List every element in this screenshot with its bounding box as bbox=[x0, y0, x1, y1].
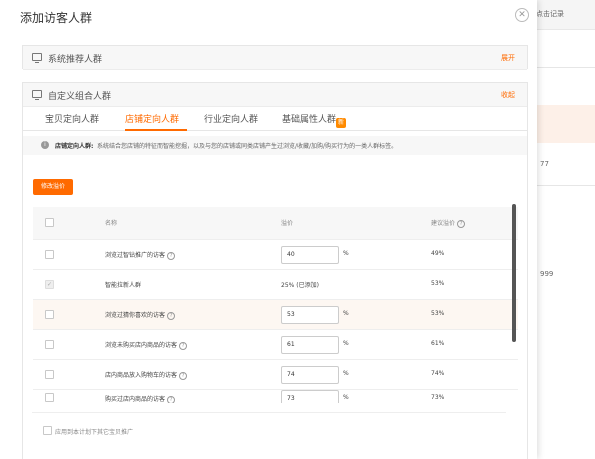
percent-unit: % bbox=[343, 310, 349, 317]
row-name: 店内商品放入购物车的访客? bbox=[105, 370, 188, 380]
bid-static-value: 25% (已添加) bbox=[281, 282, 319, 289]
monitor-icon bbox=[32, 53, 42, 63]
close-icon[interactable]: ✕ bbox=[515, 8, 529, 22]
info-bar: i 店铺定向人群: 系统结合您店铺的特征而智能挖掘，以及与您的店铺或同类店铺产生… bbox=[23, 136, 527, 155]
percent-unit: % bbox=[343, 370, 349, 377]
bid-input[interactable]: 61 bbox=[281, 336, 339, 354]
row-name: 浏览过智钻推广的访客? bbox=[105, 250, 176, 260]
modal-title: 添加访客人群 bbox=[20, 11, 93, 25]
help-icon[interactable]: ? bbox=[167, 251, 176, 260]
table-row: 浏览未购买店内商品的访客? 61 % 61% bbox=[33, 329, 518, 359]
collapse-link[interactable]: 收起 bbox=[501, 90, 515, 100]
modify-bid-button[interactable]: 修改溢价 bbox=[33, 179, 73, 195]
table-row: ✓ 智能拉新人群 25% (已添加) 53% bbox=[33, 269, 518, 299]
crowd-table: 名称 溢价 建议溢价? 浏览过智钻推广的访客? 40 % 49% ✓ 智能拉新人… bbox=[33, 207, 518, 403]
suggested-bid: 49% bbox=[431, 250, 445, 257]
suggested-bid: 53% bbox=[431, 310, 445, 317]
active-tab-indicator bbox=[125, 129, 187, 131]
select-all-checkbox[interactable] bbox=[45, 218, 54, 227]
row-checkbox[interactable] bbox=[45, 393, 54, 402]
tab-industry-crowd[interactable]: 行业定向人群 bbox=[204, 112, 258, 125]
suggested-bid: 73% bbox=[431, 394, 445, 401]
row-name-label: 浏览过猜你喜欢的访客 bbox=[105, 312, 166, 319]
crowd-tabs: 宝贝定向人群 店铺定向人群 行业定向人群 基础属性人群 新 bbox=[23, 107, 527, 131]
percent-unit: % bbox=[343, 394, 349, 401]
custom-panel-title: 自定义组合人群 bbox=[48, 92, 112, 102]
row-name: 购买过店内商品的访客? bbox=[105, 394, 176, 403]
new-badge: 新 bbox=[336, 118, 347, 128]
background-number: 999 bbox=[540, 270, 554, 278]
header-suggested-label: 建议溢价 bbox=[431, 220, 456, 227]
row-name: 浏览过猜你喜欢的访客? bbox=[105, 310, 176, 320]
row-name-label: 购买过店内商品的访客 bbox=[105, 396, 166, 403]
percent-unit: % bbox=[343, 340, 349, 347]
background-link[interactable]: 点击记录 bbox=[536, 9, 564, 19]
custom-crowd-panel: 自定义组合人群 收起 宝贝定向人群 店铺定向人群 行业定向人群 基础属性人群 新… bbox=[22, 82, 528, 459]
table-row: 浏览过猜你喜欢的访客? 53 % 53% bbox=[33, 299, 518, 329]
row-checkbox-disabled: ✓ bbox=[45, 280, 54, 289]
monitor-icon bbox=[32, 90, 42, 100]
bid-input[interactable]: 74 bbox=[281, 366, 339, 384]
table-row: 购买过店内商品的访客? 73 % 73% bbox=[33, 389, 518, 403]
row-name: 智能拉新人群 bbox=[105, 282, 142, 289]
row-checkbox[interactable] bbox=[45, 250, 54, 259]
bid-input[interactable]: 53 bbox=[281, 306, 339, 324]
table-header: 名称 溢价 建议溢价? bbox=[33, 207, 518, 239]
help-icon[interactable]: ? bbox=[179, 341, 188, 350]
background-number: 77 bbox=[540, 160, 549, 168]
bid-input[interactable]: 40 bbox=[281, 246, 339, 264]
tab-item-crowd[interactable]: 宝贝定向人群 bbox=[45, 112, 99, 125]
info-text: 系统结合您店铺的特征而智能挖掘，以及与您的店铺或同类店铺产生过浏览/收藏/加购/… bbox=[97, 143, 398, 150]
system-recommended-panel: 系统推荐人群 展开 bbox=[22, 45, 528, 70]
row-name-label: 店内商品放入购物车的访客 bbox=[105, 372, 178, 379]
row-name-label: 浏览过智钻推广的访客 bbox=[105, 252, 166, 259]
apply-to-plan-checkbox[interactable] bbox=[43, 426, 52, 435]
row-name: 浏览未购买店内商品的访客? bbox=[105, 340, 188, 350]
system-panel-header[interactable]: 系统推荐人群 展开 bbox=[23, 46, 527, 70]
row-name-label: 浏览未购买店内商品的访客 bbox=[105, 342, 178, 349]
row-checkbox[interactable] bbox=[45, 310, 54, 319]
table-row: 店内商品放入购物车的访客? 74 % 74% bbox=[33, 359, 518, 389]
tab-basic-attribute-crowd[interactable]: 基础属性人群 bbox=[282, 112, 336, 125]
help-icon[interactable]: ? bbox=[457, 219, 466, 228]
suggested-bid: 53% bbox=[431, 280, 445, 287]
bid-input[interactable]: 73 bbox=[281, 390, 339, 403]
header-bid: 溢价 bbox=[281, 220, 294, 227]
info-icon: i bbox=[41, 141, 49, 149]
row-checkbox[interactable] bbox=[45, 370, 54, 379]
help-icon[interactable]: ? bbox=[167, 311, 176, 320]
row-checkbox[interactable] bbox=[45, 340, 54, 349]
percent-unit: % bbox=[343, 250, 349, 257]
add-visitor-crowd-modal: 添加访客人群 ✕ 系统推荐人群 展开 自定义组合人群 收起 宝贝定向人群 店铺定… bbox=[0, 0, 537, 459]
table-row: 浏览过智钻推广的访客? 40 % 49% bbox=[33, 239, 518, 269]
footer-divider bbox=[32, 412, 506, 413]
table-scrollbar[interactable] bbox=[512, 204, 516, 342]
help-icon[interactable]: ? bbox=[167, 395, 176, 403]
expand-link[interactable]: 展开 bbox=[501, 53, 515, 63]
tab-store-crowd[interactable]: 店铺定向人群 bbox=[125, 112, 179, 125]
custom-panel-header[interactable]: 自定义组合人群 收起 bbox=[23, 83, 527, 107]
info-title: 店铺定向人群: bbox=[55, 143, 94, 150]
suggested-bid: 74% bbox=[431, 370, 445, 377]
header-suggested-bid: 建议溢价? bbox=[431, 218, 466, 228]
apply-to-plan-label: 应用到本计划下其它宝贝推广 bbox=[55, 429, 134, 436]
system-panel-title: 系统推荐人群 bbox=[48, 55, 103, 65]
suggested-bid: 61% bbox=[431, 340, 445, 347]
help-icon[interactable]: ? bbox=[179, 371, 188, 380]
header-name: 名称 bbox=[105, 220, 118, 227]
